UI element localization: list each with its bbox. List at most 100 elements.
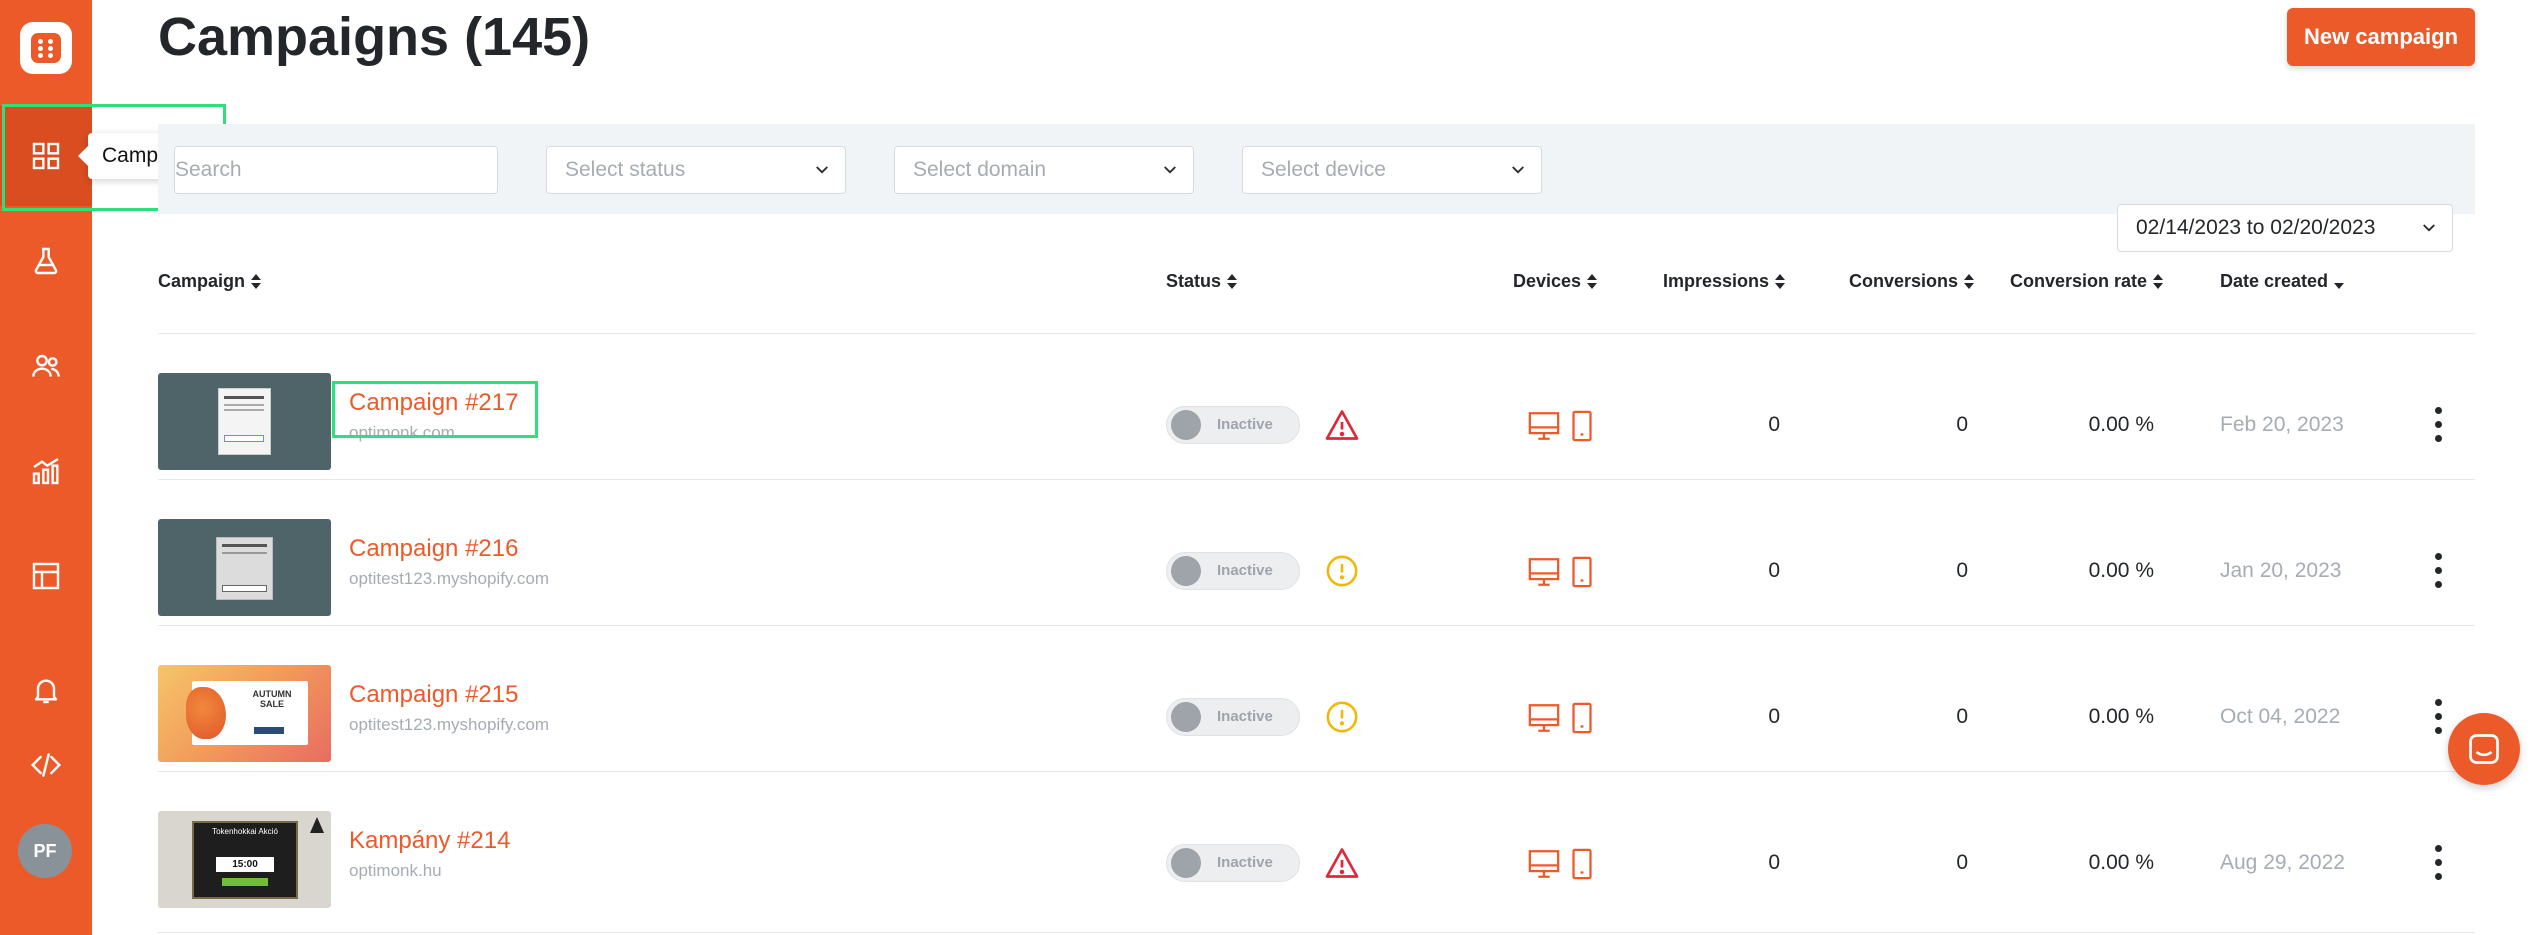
error-triangle-icon[interactable]	[1324, 845, 1360, 881]
date-created: Jan 20, 2023	[2220, 559, 2342, 582]
column-label: Devices	[1513, 271, 1582, 291]
conversions-value: 0	[1956, 851, 1968, 874]
domain-select-value: Select domain	[913, 158, 1047, 181]
conversions-value: 0	[1956, 559, 1968, 582]
impressions-value: 0	[1768, 705, 1780, 728]
status-toggle[interactable]: Inactive	[1166, 406, 1300, 444]
campaign-thumbnail[interactable]	[158, 519, 331, 616]
desktop-icon	[1528, 850, 1560, 878]
chevron-down-icon	[816, 166, 828, 174]
row-menu-icon[interactable]	[2433, 551, 2443, 591]
campaign-domain: optitest123.myshopify.com	[349, 569, 549, 588]
column-label: Impressions	[1663, 271, 1770, 291]
sort-icon	[251, 273, 262, 290]
new-campaign-button[interactable]: New campaign	[2287, 8, 2475, 66]
device-select-value: Select device	[1261, 158, 1386, 181]
caution-circle-icon[interactable]	[1325, 700, 1359, 734]
device-select[interactable]: Select device	[1242, 146, 1542, 194]
campaign-name-highlight-box	[332, 381, 538, 438]
sort-icon	[1227, 273, 1238, 290]
conversion-rate-value: 0.00 %	[2088, 851, 2154, 874]
conversions-value: 0	[1956, 705, 1968, 728]
conversion-rate-value: 0.00 %	[2088, 559, 2154, 582]
date-range-picker[interactable]: 02/14/2023 to 02/20/2023	[2117, 204, 2453, 252]
divider	[158, 932, 2475, 933]
row-menu-icon[interactable]	[2433, 843, 2443, 883]
status-toggle[interactable]: Inactive	[1166, 698, 1300, 736]
campaign-name-link[interactable]: Campaign #216	[349, 535, 518, 563]
chevron-down-icon	[2423, 224, 2435, 232]
status-label: Inactive	[1217, 708, 1273, 725]
toggle-knob	[1171, 702, 1201, 732]
thumbnail-title: AUTUMN SALE	[252, 689, 292, 709]
status-toggle[interactable]: Inactive	[1166, 552, 1300, 590]
page-title: Campaigns (145)	[158, 7, 591, 67]
column-header-status[interactable]: Status	[1166, 271, 1238, 292]
campaign-thumbnail[interactable]	[158, 373, 331, 470]
column-header-conversion-rate[interactable]: Conversion rate	[2010, 271, 2164, 292]
sort-icon	[1775, 273, 1786, 290]
status-label: Inactive	[1217, 416, 1273, 433]
status-select[interactable]: Select status	[546, 146, 846, 194]
thumbnail-title: Tokenhokkai Akció	[212, 827, 278, 836]
toggle-knob	[1171, 848, 1201, 878]
campaign-name-link[interactable]: Campaign #215	[349, 681, 518, 709]
sort-icon	[1587, 273, 1598, 290]
column-header-campaign[interactable]: Campaign	[158, 271, 262, 292]
thumbnail-time: 15:00	[216, 857, 274, 872]
table-row[interactable]: AUTUMN SALE Campaign #215 optitest123.my…	[0, 625, 2535, 771]
status-label: Inactive	[1217, 562, 1273, 579]
column-label: Date created	[2220, 271, 2329, 291]
conversion-rate-value: 0.00 %	[2088, 413, 2154, 436]
column-label: Status	[1166, 271, 1222, 291]
search-placeholder: Search	[175, 158, 242, 181]
mobile-icon	[1572, 556, 1592, 588]
status-select-value: Select status	[565, 158, 686, 181]
impressions-value: 0	[1768, 413, 1780, 436]
desktop-icon	[1528, 412, 1560, 440]
conversions-value: 0	[1956, 413, 1968, 436]
chevron-down-icon	[1164, 166, 1176, 174]
campaign-name-link[interactable]: Kampány #214	[349, 827, 510, 855]
row-menu-icon[interactable]	[2433, 405, 2443, 445]
mobile-icon	[1572, 848, 1592, 880]
campaign-thumbnail[interactable]: AUTUMN SALE	[158, 665, 331, 762]
campaign-thumbnail[interactable]: Tokenhokkai Akció 15:00	[158, 811, 331, 908]
status-toggle[interactable]: Inactive	[1166, 844, 1300, 882]
logo-mark	[31, 33, 61, 63]
sidebar-item-experiments[interactable]	[0, 211, 92, 311]
toggle-knob	[1171, 410, 1201, 440]
search-input[interactable]: Search	[174, 146, 498, 194]
date-created: Feb 20, 2023	[2220, 413, 2344, 436]
mobile-icon	[1572, 410, 1592, 442]
chevron-down-icon	[1512, 166, 1524, 174]
column-header-conversions[interactable]: Conversions	[1849, 271, 1975, 292]
caution-circle-icon[interactable]	[1325, 554, 1359, 588]
desktop-icon	[1528, 558, 1560, 586]
domain-select[interactable]: Select domain	[894, 146, 1194, 194]
impressions-value: 0	[1768, 851, 1780, 874]
status-label: Inactive	[1217, 854, 1273, 871]
sort-desc-icon	[2334, 274, 2345, 290]
row-menu-icon[interactable]	[2433, 697, 2443, 737]
date-created: Aug 29, 2022	[2220, 851, 2345, 874]
error-triangle-icon[interactable]	[1324, 407, 1360, 443]
chat-launcher[interactable]	[2448, 713, 2520, 785]
sort-icon	[1964, 273, 1975, 290]
table-row[interactable]: Campaign #216 optitest123.myshopify.com …	[0, 479, 2535, 625]
table-row[interactable]: Tokenhokkai Akció 15:00 Kampány #214 opt…	[0, 771, 2535, 917]
column-label: Campaign	[158, 271, 246, 291]
campaign-domain: optimonk.hu	[349, 861, 442, 880]
app-logo[interactable]	[20, 22, 72, 74]
filter-bar: Search Select status Select domain Selec…	[158, 124, 2475, 252]
column-header-date-created[interactable]: Date created	[2220, 271, 2345, 292]
mobile-icon	[1572, 702, 1592, 734]
column-header-impressions[interactable]: Impressions	[1663, 271, 1786, 292]
date-created: Oct 04, 2022	[2220, 705, 2341, 728]
chat-icon	[2469, 734, 2499, 764]
campaign-domain: optitest123.myshopify.com	[349, 715, 549, 734]
column-label: Conversion rate	[2010, 271, 2148, 291]
column-header-devices[interactable]: Devices	[1513, 271, 1598, 292]
flask-icon	[34, 247, 58, 275]
conversion-rate-value: 0.00 %	[2088, 705, 2154, 728]
